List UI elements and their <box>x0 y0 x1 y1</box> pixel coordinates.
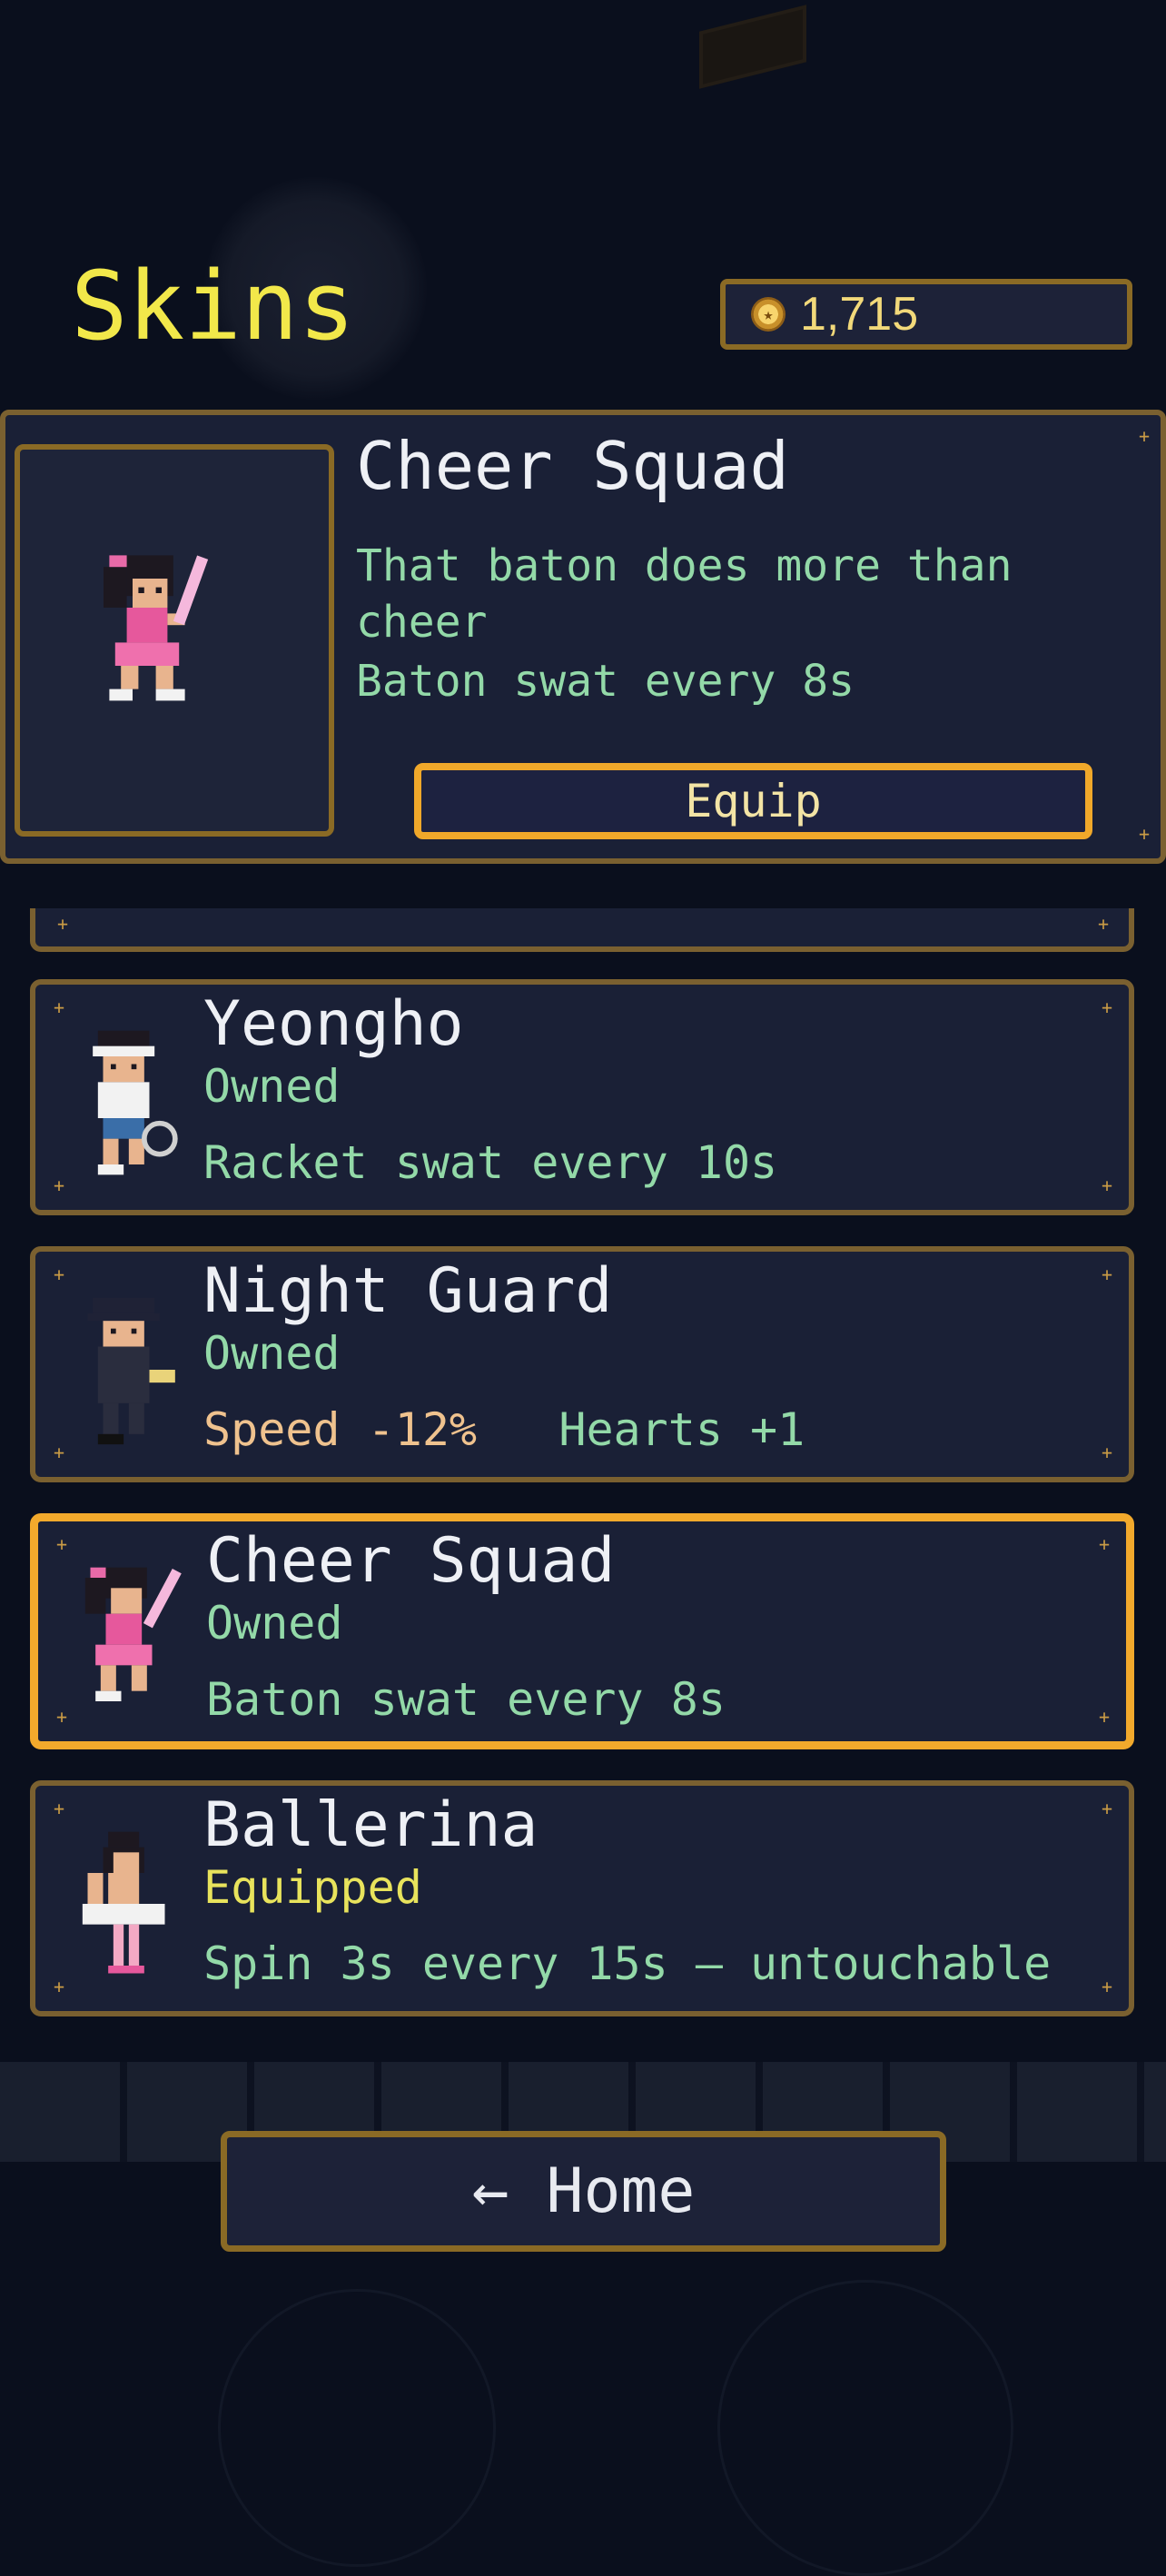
skin-detail-perk: Baton swat every 8s <box>356 656 855 707</box>
skin-perk-penalty: Speed -12% <box>203 1403 478 1456</box>
background-chest <box>699 5 806 89</box>
skin-card-night-guard[interactable]: Night Guard Owned Speed -12% Hearts +1 +… <box>30 1246 1134 1482</box>
background-ring <box>717 2280 1013 2576</box>
corner-stud: + <box>1102 1263 1113 1285</box>
corner-stud: + <box>1099 1706 1111 1728</box>
corner-stud: + <box>1102 1442 1113 1463</box>
night-guard-sprite <box>87 1297 175 1445</box>
corner-stud: + <box>56 1533 68 1555</box>
background-ring <box>218 2289 496 2567</box>
page-title: Skins <box>71 251 356 362</box>
corner-stud: + <box>1102 996 1113 1018</box>
skin-name: Night Guard <box>203 1255 613 1327</box>
skin-name: Yeongho <box>203 988 464 1060</box>
corner-stud: + <box>1102 1798 1113 1819</box>
skin-perk-bonus: Hearts +1 <box>558 1403 805 1456</box>
ballerina-sprite <box>82 1831 165 1974</box>
corner-stud: + <box>54 1798 65 1819</box>
corner-stud: + <box>1139 823 1151 845</box>
skin-perk: Racket swat every 10s <box>203 1136 778 1189</box>
skin-detail-panel: Cheer Squad That baton does more than ch… <box>0 410 1166 864</box>
corner-stud: + <box>1099 1533 1111 1555</box>
skin-status: Owned <box>206 1597 343 1650</box>
skin-card-ballerina[interactable]: Ballerina Equipped Spin 3s every 15s — u… <box>30 1780 1134 2016</box>
skin-status: Owned <box>203 1060 341 1113</box>
skin-detail-name: Cheer Squad <box>356 428 789 504</box>
corner-stud: + <box>57 913 69 935</box>
corner-stud: + <box>54 1263 65 1285</box>
corner-stud: + <box>54 996 65 1018</box>
yeongho-sprite <box>93 1030 178 1175</box>
cheer-squad-sprite-large <box>104 555 209 701</box>
cheer-squad-sprite <box>84 1567 182 1701</box>
skin-card-partial[interactable]: + + <box>30 908 1134 952</box>
corner-stud: + <box>1139 425 1151 447</box>
corner-stud: + <box>56 1706 68 1728</box>
corner-stud: + <box>1098 913 1110 935</box>
skin-status-equipped: Equipped <box>203 1861 422 1914</box>
skin-name: Ballerina <box>203 1789 539 1861</box>
skin-portrait <box>15 444 334 837</box>
skin-name: Cheer Squad <box>206 1525 616 1597</box>
skin-card-yeongho[interactable]: Yeongho Owned Racket swat every 10s + + … <box>30 979 1134 1215</box>
equip-button[interactable]: Equip <box>414 763 1092 839</box>
skin-status: Owned <box>203 1327 341 1380</box>
corner-stud: + <box>54 1442 65 1463</box>
skin-card-cheer-squad[interactable]: Cheer Squad Owned Baton swat every 8s + … <box>30 1513 1134 1749</box>
corner-stud: + <box>54 1174 65 1196</box>
corner-stud: + <box>1102 1976 1113 1997</box>
skin-perk: Baton swat every 8s <box>206 1673 726 1726</box>
coin-balance: ★ 1,715 <box>720 279 1132 350</box>
skin-detail-description: That baton does more than cheer <box>356 540 1013 649</box>
corner-stud: + <box>54 1976 65 1997</box>
skin-perk: Spin 3s every 15s — untouchable <box>203 1937 1052 1990</box>
coin-balance-value: 1,715 <box>800 288 919 341</box>
corner-stud: + <box>1102 1174 1113 1196</box>
home-button[interactable]: ← Home <box>221 2131 946 2252</box>
coin-icon: ★ <box>751 297 786 332</box>
skin-perk: Speed -12% Hearts +1 <box>203 1401 805 1460</box>
